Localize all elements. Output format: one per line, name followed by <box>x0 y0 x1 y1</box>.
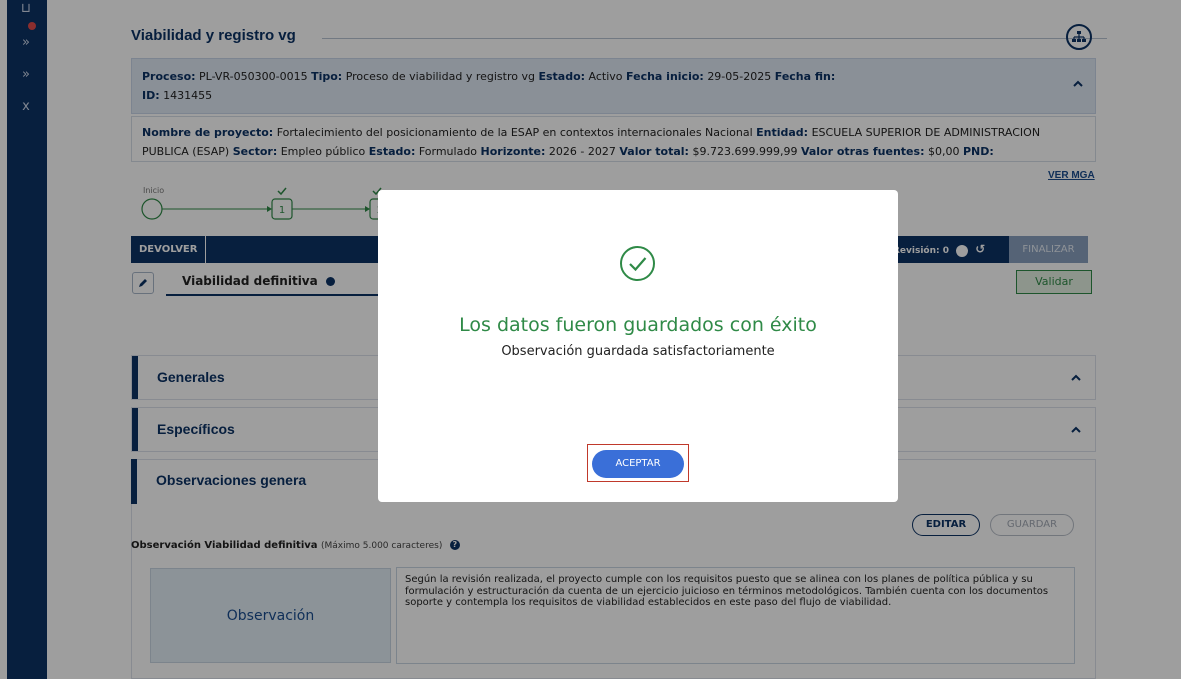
success-check-icon <box>620 246 655 281</box>
dialog-message: Observación guardada satisfactoriamente <box>501 344 775 359</box>
dialog-title: Los datos fueron guardados con éxito <box>459 314 817 336</box>
success-dialog: Los datos fueron guardados con éxito Obs… <box>378 190 898 502</box>
aceptar-button[interactable]: ACEPTAR <box>592 450 684 478</box>
